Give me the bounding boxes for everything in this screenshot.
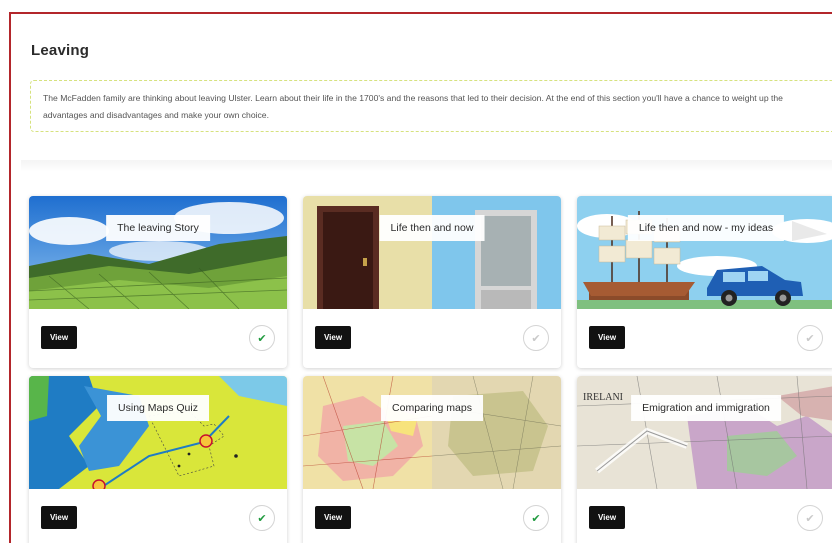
view-button[interactable]: View bbox=[315, 506, 351, 529]
card-image-historic-maps bbox=[303, 376, 561, 489]
check-icon: ✔ bbox=[797, 505, 823, 531]
card-title: Life then and now bbox=[379, 215, 485, 241]
map-text: IRELANI bbox=[583, 392, 623, 403]
check-icon: ✔ bbox=[523, 505, 549, 531]
card-title: Using Maps Quiz bbox=[107, 395, 209, 421]
card-image-ship-and-car bbox=[577, 196, 832, 309]
card-image-old-map: IRELANI bbox=[577, 376, 832, 489]
card-life-then-and-now: Life then and now View ✔ bbox=[303, 196, 561, 368]
card-using-maps-quiz: Using Maps Quiz View ✔ bbox=[29, 376, 287, 543]
view-button[interactable]: View bbox=[589, 506, 625, 529]
check-icon: ✔ bbox=[249, 505, 275, 531]
card-image-map bbox=[29, 376, 287, 489]
card-title: Emigration and immigration bbox=[631, 395, 781, 421]
card-title: Life then and now - my ideas bbox=[627, 215, 785, 241]
section-title: Leaving bbox=[31, 42, 90, 59]
card-image-doors bbox=[303, 196, 561, 309]
card-title: Comparing maps bbox=[381, 395, 483, 421]
view-button[interactable]: View bbox=[41, 326, 77, 349]
card-image-landscape bbox=[29, 196, 287, 309]
check-icon: ✔ bbox=[523, 325, 549, 351]
card-leaving-story: The leaving Story View ✔ bbox=[29, 196, 287, 368]
view-button[interactable]: View bbox=[589, 326, 625, 349]
view-button[interactable]: View bbox=[315, 326, 351, 349]
card-comparing-maps: Comparing maps View ✔ bbox=[303, 376, 561, 543]
divider bbox=[21, 160, 832, 172]
check-icon: ✔ bbox=[797, 325, 823, 351]
card-title: The leaving Story bbox=[106, 215, 210, 241]
content-frame: Leaving The McFadden family are thinking… bbox=[9, 12, 832, 543]
view-button[interactable]: View bbox=[41, 506, 77, 529]
check-icon: ✔ bbox=[249, 325, 275, 351]
card-my-ideas: Life then and now - my ideas View ✔ bbox=[577, 196, 832, 368]
section-intro: The McFadden family are thinking about l… bbox=[30, 80, 832, 132]
card-emigration-and-immigration: IRELANI Emigration and immigration View … bbox=[577, 376, 832, 543]
